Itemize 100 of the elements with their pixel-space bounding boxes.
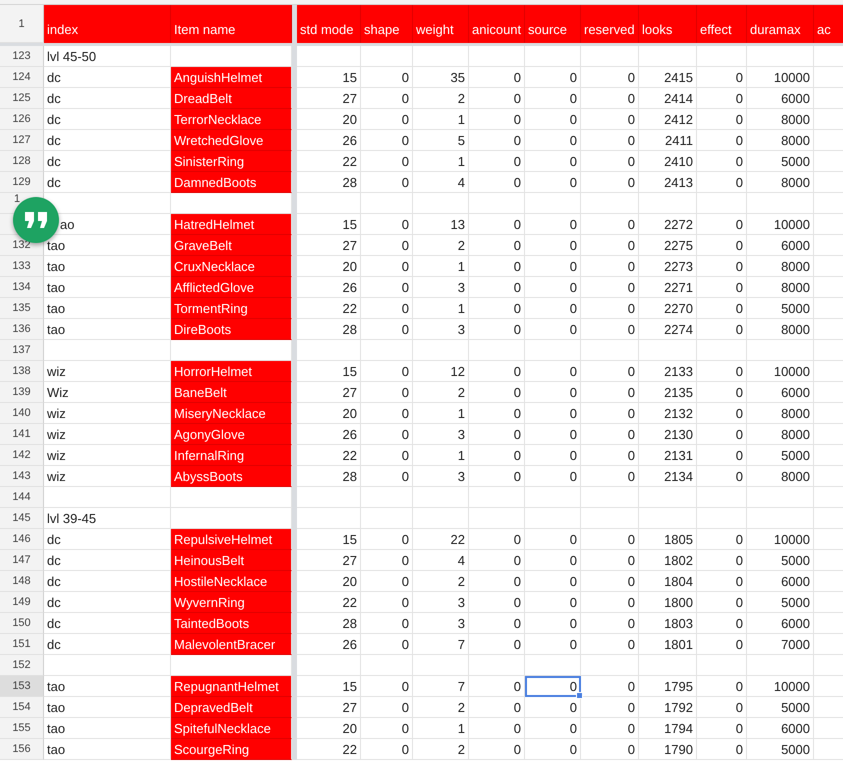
table-cell[interactable]: 0 [697, 151, 747, 172]
row-number[interactable]: 141 [0, 424, 44, 445]
table-cell[interactable]: 0 [697, 67, 747, 88]
table-cell[interactable]: 10000 [747, 529, 814, 550]
table-cell[interactable]: 0 [581, 382, 639, 403]
table-cell[interactable]: 0 [697, 466, 747, 487]
table-cell[interactable]: 0 [361, 718, 413, 739]
table-cell[interactable]: 6000 [747, 235, 814, 256]
table-cell[interactable]: 0 [469, 445, 525, 466]
table-cell[interactable]: 5000 [747, 697, 814, 718]
table-cell[interactable]: 0 [361, 151, 413, 172]
table-cell[interactable]: 0 [525, 445, 581, 466]
table-cell[interactable]: 20 [297, 256, 361, 277]
table-cell[interactable]: 2133 [639, 361, 697, 382]
table-cell[interactable]: 0 [697, 445, 747, 466]
row-number[interactable]: 127 [0, 130, 44, 151]
table-cell[interactable]: 8000 [747, 424, 814, 445]
table-cell[interactable]: 0 [469, 529, 525, 550]
table-cell[interactable]: 0 [361, 550, 413, 571]
row-number[interactable]: 151 [0, 634, 44, 655]
table-cell[interactable]: 0 [525, 403, 581, 424]
table-cell[interactable]: 0 [581, 235, 639, 256]
table-cell[interactable]: 0 [581, 172, 639, 193]
table-cell[interactable]: 0 [581, 529, 639, 550]
table-cell[interactable]: 0 [469, 403, 525, 424]
table-cell[interactable]: 0 [697, 718, 747, 739]
table-cell[interactable]: 1804 [639, 571, 697, 592]
table-cell[interactable]: 0 [525, 634, 581, 655]
row-number[interactable]: 136 [0, 319, 44, 340]
table-cell[interactable]: 2412 [639, 109, 697, 130]
table-cell[interactable]: 0 [469, 319, 525, 340]
table-cell[interactable]: 0 [525, 613, 581, 634]
table-cell[interactable]: 0 [469, 424, 525, 445]
table-cell[interactable]: 0 [525, 67, 581, 88]
table-cell[interactable]: 8000 [747, 256, 814, 277]
table-cell[interactable]: 0 [469, 109, 525, 130]
table-cell[interactable]: 0 [697, 277, 747, 298]
table-cell[interactable]: 0 [361, 613, 413, 634]
table-cell[interactable]: 0 [697, 571, 747, 592]
table-cell[interactable]: 0 [469, 739, 525, 760]
table-cell[interactable]: 0 [697, 361, 747, 382]
table-cell[interactable]: 7000 [747, 634, 814, 655]
table-cell[interactable]: 26 [297, 277, 361, 298]
table-cell[interactable]: 0 [697, 550, 747, 571]
table-cell[interactable]: 26 [297, 424, 361, 445]
table-cell[interactable]: 1790 [639, 739, 697, 760]
table-cell[interactable]: 2135 [639, 382, 697, 403]
table-cell[interactable]: 27 [297, 550, 361, 571]
table-cell[interactable]: 28 [297, 172, 361, 193]
table-cell[interactable]: 2274 [639, 319, 697, 340]
table-cell[interactable]: 0 [469, 550, 525, 571]
row-number[interactable]: 153 [0, 676, 44, 697]
table-cell[interactable]: 15 [297, 214, 361, 235]
table-cell[interactable]: 1 [413, 256, 469, 277]
table-cell[interactable]: 0 [697, 697, 747, 718]
table-cell[interactable]: 0 [469, 676, 525, 697]
table-cell[interactable]: 2271 [639, 277, 697, 298]
table-cell[interactable]: 35 [413, 67, 469, 88]
table-cell[interactable]: 0 [469, 361, 525, 382]
table-cell[interactable]: 0 [525, 130, 581, 151]
row-number[interactable]: 142 [0, 445, 44, 466]
table-cell[interactable]: 5000 [747, 592, 814, 613]
table-cell[interactable]: 0 [525, 676, 581, 697]
table-cell[interactable]: 0 [525, 592, 581, 613]
table-cell[interactable]: 0 [581, 214, 639, 235]
table-cell[interactable]: 2134 [639, 466, 697, 487]
row-number[interactable]: 134 [0, 277, 44, 298]
table-cell[interactable]: 0 [469, 67, 525, 88]
table-cell[interactable]: 28 [297, 319, 361, 340]
table-cell[interactable]: 1803 [639, 613, 697, 634]
table-cell[interactable]: 22 [297, 298, 361, 319]
table-cell[interactable]: 2413 [639, 172, 697, 193]
table-cell[interactable]: 0 [525, 151, 581, 172]
table-cell[interactable]: 0 [697, 676, 747, 697]
table-cell[interactable]: 0 [581, 592, 639, 613]
table-cell[interactable]: 1 [413, 718, 469, 739]
table-cell[interactable]: 27 [297, 88, 361, 109]
table-cell[interactable]: 0 [361, 571, 413, 592]
row-number[interactable]: 143 [0, 466, 44, 487]
table-cell[interactable]: 0 [361, 130, 413, 151]
table-cell[interactable]: 0 [581, 361, 639, 382]
table-cell[interactable]: 0 [581, 718, 639, 739]
table-cell[interactable]: 0 [697, 130, 747, 151]
table-cell[interactable]: 2 [413, 235, 469, 256]
table-cell[interactable]: 26 [297, 634, 361, 655]
table-cell[interactable]: 13 [413, 214, 469, 235]
table-cell[interactable]: 2415 [639, 67, 697, 88]
table-cell[interactable]: 0 [469, 298, 525, 319]
row-number[interactable]: 144 [0, 487, 44, 508]
table-cell[interactable]: 0 [361, 634, 413, 655]
table-cell[interactable]: 0 [581, 88, 639, 109]
table-cell[interactable]: 15 [297, 676, 361, 697]
table-cell[interactable]: 10000 [747, 67, 814, 88]
table-cell[interactable]: 2 [413, 88, 469, 109]
table-cell[interactable]: 20 [297, 109, 361, 130]
table-cell[interactable]: 0 [581, 151, 639, 172]
table-cell[interactable]: 0 [581, 445, 639, 466]
table-cell[interactable]: 5000 [747, 445, 814, 466]
table-cell[interactable]: 0 [361, 424, 413, 445]
table-cell[interactable]: 0 [361, 403, 413, 424]
